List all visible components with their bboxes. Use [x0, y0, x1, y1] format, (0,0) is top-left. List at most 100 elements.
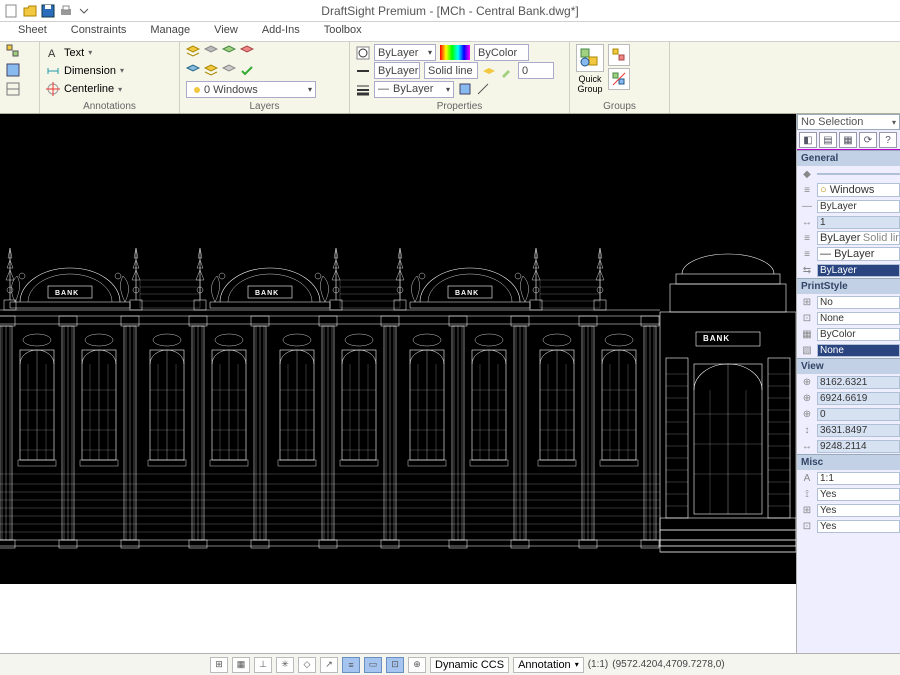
- quickgroup-button[interactable]: Quick Group: [576, 44, 604, 94]
- linetype-icon[interactable]: [356, 64, 370, 78]
- tab-view[interactable]: View: [202, 22, 250, 41]
- bycolor-dropdown[interactable]: ByColor: [474, 44, 529, 61]
- props-tool-2[interactable]: ▤: [819, 132, 837, 148]
- ribbon-panel-annotations: AText▾ Dimension▾ Centerline▾ Annotation…: [40, 42, 180, 113]
- open-icon[interactable]: [22, 3, 38, 19]
- prop-ps-d[interactable]: None: [817, 344, 900, 357]
- layer-off-icon[interactable]: [204, 45, 218, 59]
- section-misc[interactable]: Misc: [797, 454, 900, 470]
- rainbow-icon[interactable]: [440, 45, 470, 60]
- tab-addins[interactable]: Add-Ins: [250, 22, 312, 41]
- zero-dropdown[interactable]: 0: [518, 62, 554, 79]
- lineweight2-icon[interactable]: [356, 82, 370, 96]
- props-tool-3[interactable]: ▦: [839, 132, 857, 148]
- section-printstyle[interactable]: PrintStyle: [797, 278, 900, 294]
- prop-linestyle[interactable]: ByLayer: [817, 200, 900, 213]
- tab-manage[interactable]: Manage: [138, 22, 202, 41]
- prop-view-z[interactable]: 0: [817, 408, 900, 421]
- save-icon[interactable]: [40, 3, 56, 19]
- lineweight-dropdown[interactable]: —ByLayer▾: [374, 81, 454, 98]
- matchprops-icon[interactable]: [458, 82, 472, 96]
- lwt-icon[interactable]: ≡: [342, 657, 360, 673]
- view-h-icon: ↕: [797, 425, 817, 436]
- section-general[interactable]: General: [797, 150, 900, 166]
- tab-constraints[interactable]: Constraints: [59, 22, 139, 41]
- group-edit-icon[interactable]: [608, 44, 630, 66]
- centerline-button[interactable]: Centerline▾: [46, 81, 124, 98]
- linestyle-dropdown[interactable]: Solid line: [424, 62, 478, 79]
- snap-icon[interactable]: ⊞: [210, 657, 228, 673]
- props-toolbar: ◧ ▤ ▦ ⟳ ?: [797, 130, 900, 150]
- table-icon[interactable]: [6, 82, 20, 96]
- scale-icon[interactable]: [476, 82, 490, 96]
- prop-misc-b[interactable]: Yes: [817, 488, 900, 501]
- panel-label-properties: Properties: [350, 101, 569, 112]
- prop-view-w[interactable]: 9248.2114: [817, 440, 900, 453]
- layer-manager-icon[interactable]: [186, 45, 200, 59]
- text-icon: A: [46, 46, 60, 60]
- layer-iso-icon[interactable]: [186, 64, 200, 78]
- annotation-dropdown[interactable]: Annotation▾: [513, 657, 584, 673]
- ucs-icon[interactable]: ⊕: [408, 657, 426, 673]
- section-view[interactable]: View: [797, 358, 900, 374]
- prop-view-h[interactable]: 3631.8497: [817, 424, 900, 437]
- layer-row-icon: ≡: [797, 185, 817, 196]
- prop-misc-a[interactable]: 1:1: [817, 472, 900, 485]
- hatch-icon[interactable]: [6, 63, 20, 77]
- props-tool-4[interactable]: ⟳: [859, 132, 877, 148]
- anno-label: Annotation: [518, 659, 571, 671]
- prop-style3[interactable]: — ByLayer: [817, 247, 900, 261]
- layer-lock-icon[interactable]: [240, 45, 254, 59]
- prop-ps-b[interactable]: None: [817, 312, 900, 325]
- prop-view-y[interactable]: 6924.6619: [817, 392, 900, 405]
- prop-color[interactable]: [817, 173, 900, 175]
- layer-match-icon[interactable]: [222, 64, 236, 78]
- dynamicccs-dropdown[interactable]: Dynamic CCS: [430, 657, 509, 673]
- prop-weight[interactable]: ByLayer: [817, 264, 900, 277]
- prop-layer[interactable]: ○ Windows: [817, 183, 900, 197]
- print-icon[interactable]: [58, 3, 74, 19]
- layer-freeze-icon[interactable]: [222, 45, 236, 59]
- prop-misc-d[interactable]: Yes: [817, 520, 900, 533]
- etrack-icon[interactable]: ↗: [320, 657, 338, 673]
- panel-label-groups: Groups: [570, 101, 669, 112]
- esnap-icon[interactable]: ◇: [298, 657, 316, 673]
- prop-view-x[interactable]: 8162.6321: [817, 376, 900, 389]
- check-icon[interactable]: [240, 64, 254, 78]
- prop-style2[interactable]: ByLayer Solid line: [817, 231, 900, 245]
- prop-ps-c[interactable]: ByColor: [817, 328, 900, 341]
- props-tool-1[interactable]: ◧: [799, 132, 817, 148]
- prop-misc-c[interactable]: Yes: [817, 504, 900, 517]
- drawing-canvas[interactable]: BANK BANK BANK BANK: [0, 114, 796, 584]
- text-button[interactable]: AText▾: [46, 44, 124, 61]
- prop-scale[interactable]: 1: [817, 216, 900, 229]
- props-help-icon[interactable]: ?: [879, 132, 897, 148]
- lineweight-icon[interactable]: [482, 64, 496, 78]
- coord-readout: (9572.4204,4709.7278,0): [612, 659, 724, 670]
- color-icon[interactable]: [356, 46, 370, 60]
- panel-label-layers: Layers: [180, 101, 349, 112]
- ps-b-icon: ⊡: [797, 313, 817, 324]
- new-icon[interactable]: [4, 3, 20, 19]
- view-z-icon: ⊕: [797, 409, 817, 420]
- tab-sheet[interactable]: Sheet: [6, 22, 59, 41]
- grid-icon[interactable]: ▦: [232, 657, 250, 673]
- ungroup-icon[interactable]: [608, 68, 630, 90]
- dimension-button[interactable]: Dimension▾: [46, 62, 124, 79]
- color-dropdown[interactable]: ByLayer▾: [374, 44, 436, 61]
- tab-toolbox[interactable]: Toolbox: [312, 22, 374, 41]
- prop-ps-a[interactable]: No: [817, 296, 900, 309]
- bank-sign-3: BANK: [455, 290, 479, 297]
- chevron-down-icon[interactable]: [76, 3, 92, 19]
- layer-dropdown[interactable]: 0 Windows ▾: [186, 81, 316, 98]
- qinput-icon[interactable]: ▭: [364, 657, 382, 673]
- bank-sign-tower: BANK: [703, 334, 730, 343]
- ortho-icon[interactable]: ⊥: [254, 657, 272, 673]
- block-icon[interactable]: [6, 44, 20, 58]
- linetype-dropdown[interactable]: ByLayer: [374, 62, 420, 79]
- paintbrush-icon[interactable]: [500, 64, 514, 78]
- polar-icon[interactable]: ✳: [276, 657, 294, 673]
- cycle-icon[interactable]: ⊡: [386, 657, 404, 673]
- layer-uniso-icon[interactable]: [204, 64, 218, 78]
- props-selection[interactable]: No Selection▾: [797, 114, 900, 130]
